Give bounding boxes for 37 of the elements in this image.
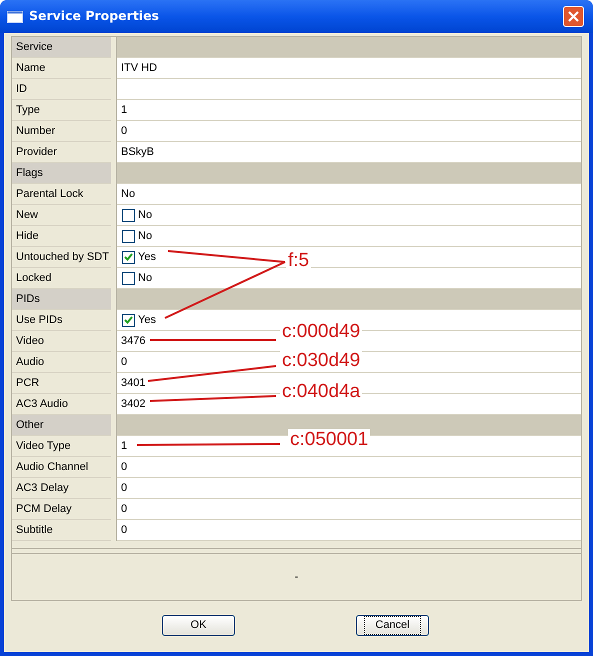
- checkbox[interactable]: [122, 250, 135, 264]
- checkbox-label: No: [138, 270, 152, 286]
- dialog-button[interactable]: OK: [162, 615, 235, 636]
- checkbox-label: Yes: [138, 312, 156, 328]
- property-value: 0: [121, 522, 128, 538]
- checkbox[interactable]: [122, 314, 135, 326]
- property-value: 0: [121, 502, 128, 517]
- window-title: Service Properties: [29, 7, 160, 26]
- checkbox[interactable]: [122, 208, 135, 222]
- check-icon: [124, 316, 133, 324]
- checkbox-label: No: [138, 228, 152, 244]
- section-header: Flags: [12, 163, 111, 184]
- property-value: 0: [121, 480, 128, 496]
- check-icon: [124, 253, 133, 261]
- property-value: 1: [121, 102, 128, 118]
- status-text: -: [294, 570, 298, 585]
- section-header: Other: [12, 415, 111, 436]
- section-header: PIDs: [12, 289, 111, 310]
- property-value: 3401: [121, 376, 146, 391]
- checkbox[interactable]: [122, 230, 135, 242]
- checkbox[interactable]: [122, 272, 135, 284]
- close-icon: [568, 11, 579, 22]
- checkbox-label: Yes: [138, 250, 156, 265]
- property-value: 0: [121, 354, 128, 370]
- property-value: ITV HD: [121, 60, 158, 76]
- window-icon: [7, 10, 23, 22]
- property-value: 3402: [121, 396, 146, 412]
- property-value: BSkyB: [121, 144, 154, 160]
- close-button[interactable]: [563, 6, 584, 27]
- property-value: 0: [121, 124, 128, 139]
- checkbox-label: No: [138, 208, 152, 223]
- property-value: No: [121, 186, 136, 202]
- property-value: 3476: [121, 334, 146, 349]
- section-header: Service: [12, 37, 111, 58]
- property-value: 0: [121, 460, 128, 475]
- property-value: 1: [121, 438, 128, 454]
- dialog-button[interactable]: Cancel: [356, 615, 429, 636]
